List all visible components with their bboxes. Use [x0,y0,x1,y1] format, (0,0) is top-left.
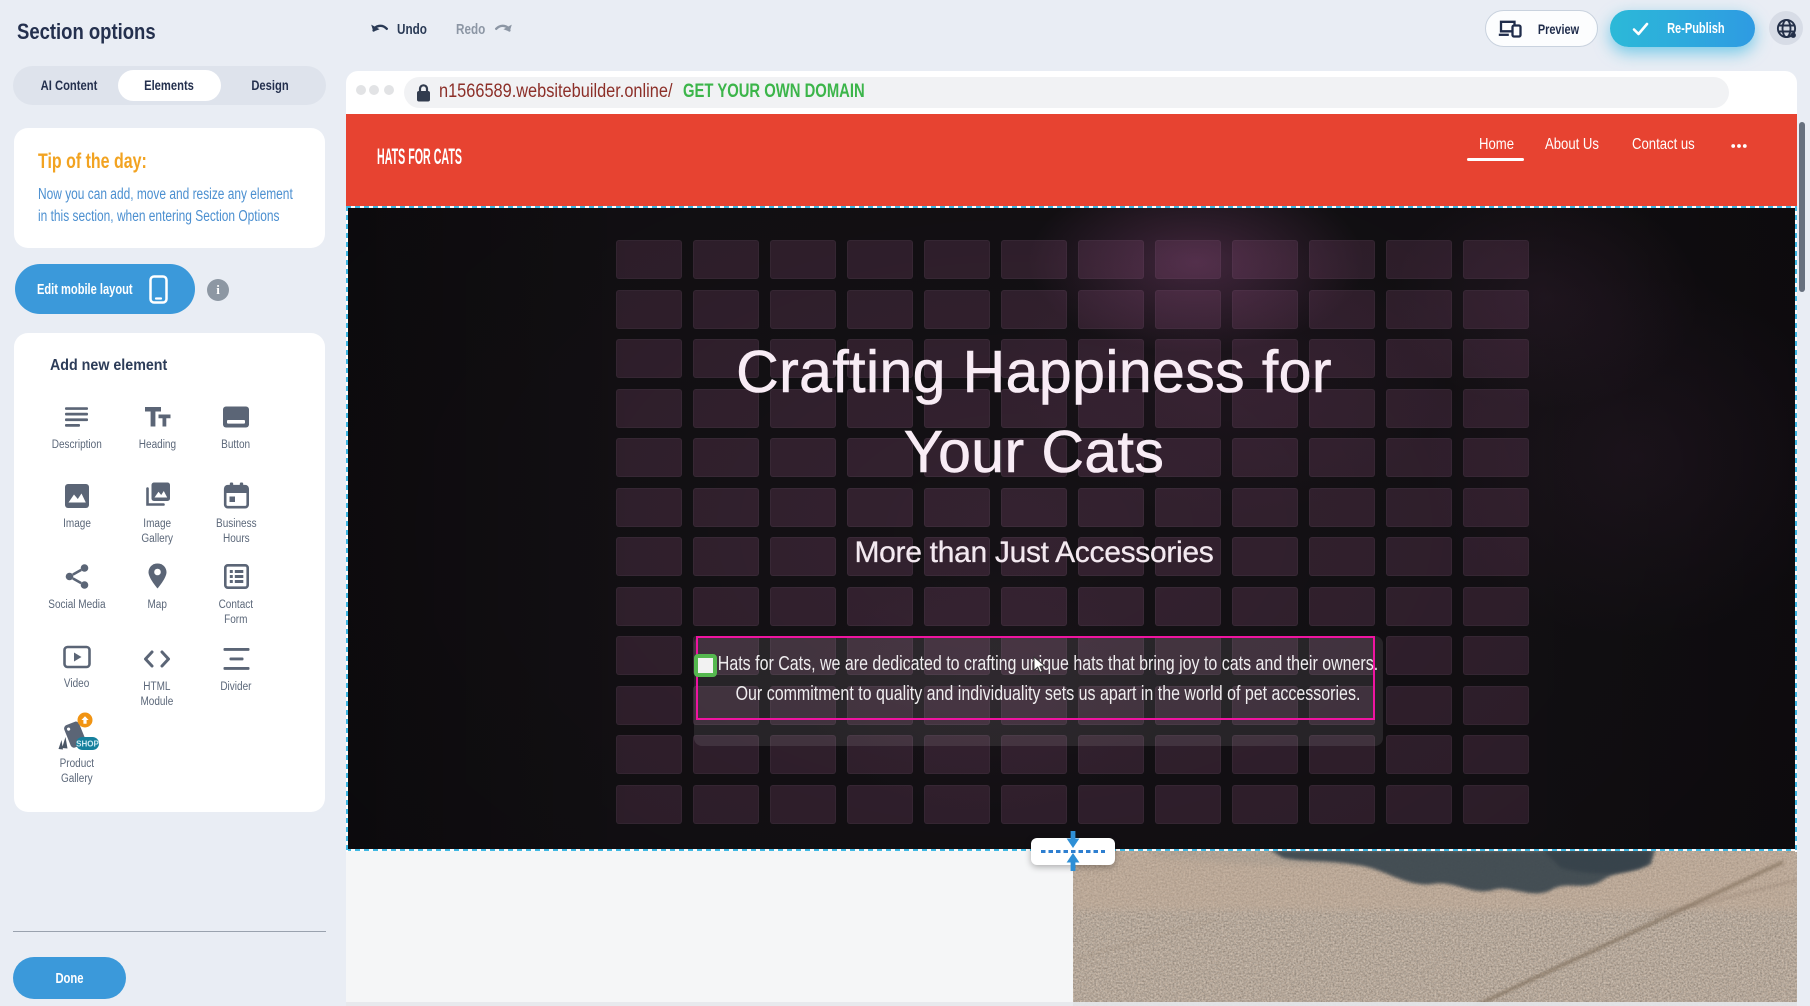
svg-text:SHOP: SHOP [76,740,99,749]
